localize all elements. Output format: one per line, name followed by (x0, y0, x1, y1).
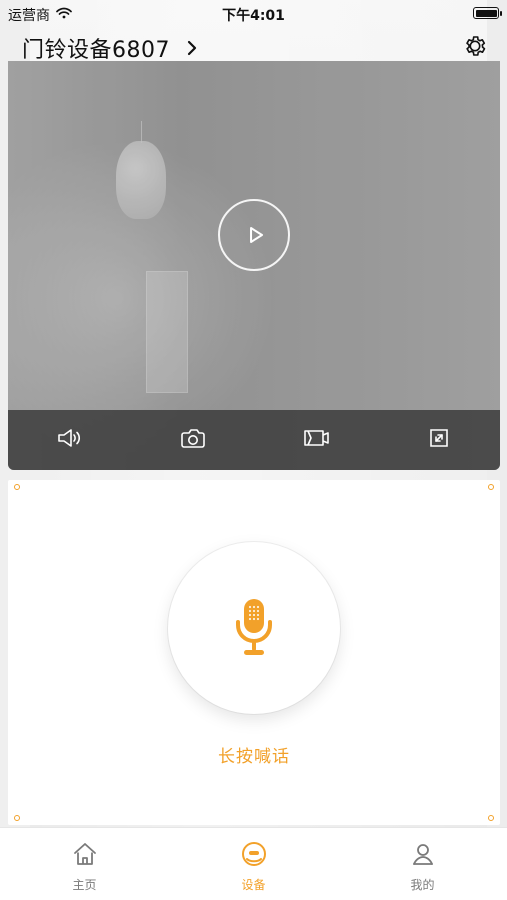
tab-device[interactable]: 设备 (194, 828, 314, 900)
fullscreen-button[interactable] (422, 423, 456, 457)
tab-me[interactable]: 我的 (363, 828, 483, 900)
video-record-icon (301, 426, 331, 454)
tab-home-label: 主页 (72, 878, 97, 892)
record-button[interactable] (299, 423, 333, 457)
camera-icon (178, 426, 208, 454)
device-title-text: 门铃设备6807 (22, 38, 170, 63)
carrier: 运营商 (8, 5, 72, 25)
status-bar: 运营商 下午4:01 (0, 0, 507, 26)
battery-icon (473, 7, 502, 19)
battery-level (475, 9, 497, 17)
chevron-right-icon (182, 38, 202, 58)
hold-to-talk-button[interactable] (168, 542, 340, 714)
device-icon (240, 840, 268, 872)
play-button[interactable] (218, 199, 290, 271)
settings-button[interactable] (463, 34, 487, 58)
carrier-label: 运营商 (8, 8, 50, 24)
tab-me-label: 我的 (410, 878, 435, 892)
voice-card: 长按喊话 (8, 480, 500, 825)
user-icon (409, 840, 437, 872)
gear-icon (463, 36, 487, 62)
video-toolbar (8, 410, 500, 470)
home-icon (71, 840, 99, 872)
tab-bar: 主页 设备 我的 (0, 827, 507, 900)
fullscreen-icon (427, 426, 451, 454)
hold-to-talk-label: 长按喊话 (218, 747, 290, 767)
corner-dot-bottom-left (14, 815, 20, 821)
tab-device-label: 设备 (241, 878, 266, 892)
corner-dot-top-right (488, 484, 494, 490)
corner-dot-top-left (14, 484, 20, 490)
video-preview[interactable] (8, 61, 500, 470)
tab-home[interactable]: 主页 (25, 828, 145, 900)
status-time: 下午4:01 (222, 8, 285, 24)
corner-dot-bottom-right (488, 815, 494, 821)
wifi-icon (56, 7, 72, 23)
header: 门铃设备6807 (0, 30, 507, 64)
speaker-icon (55, 426, 85, 454)
device-title[interactable]: 门铃设备6807 (22, 32, 202, 64)
mute-button[interactable] (53, 423, 87, 457)
snapshot-button[interactable] (176, 423, 210, 457)
